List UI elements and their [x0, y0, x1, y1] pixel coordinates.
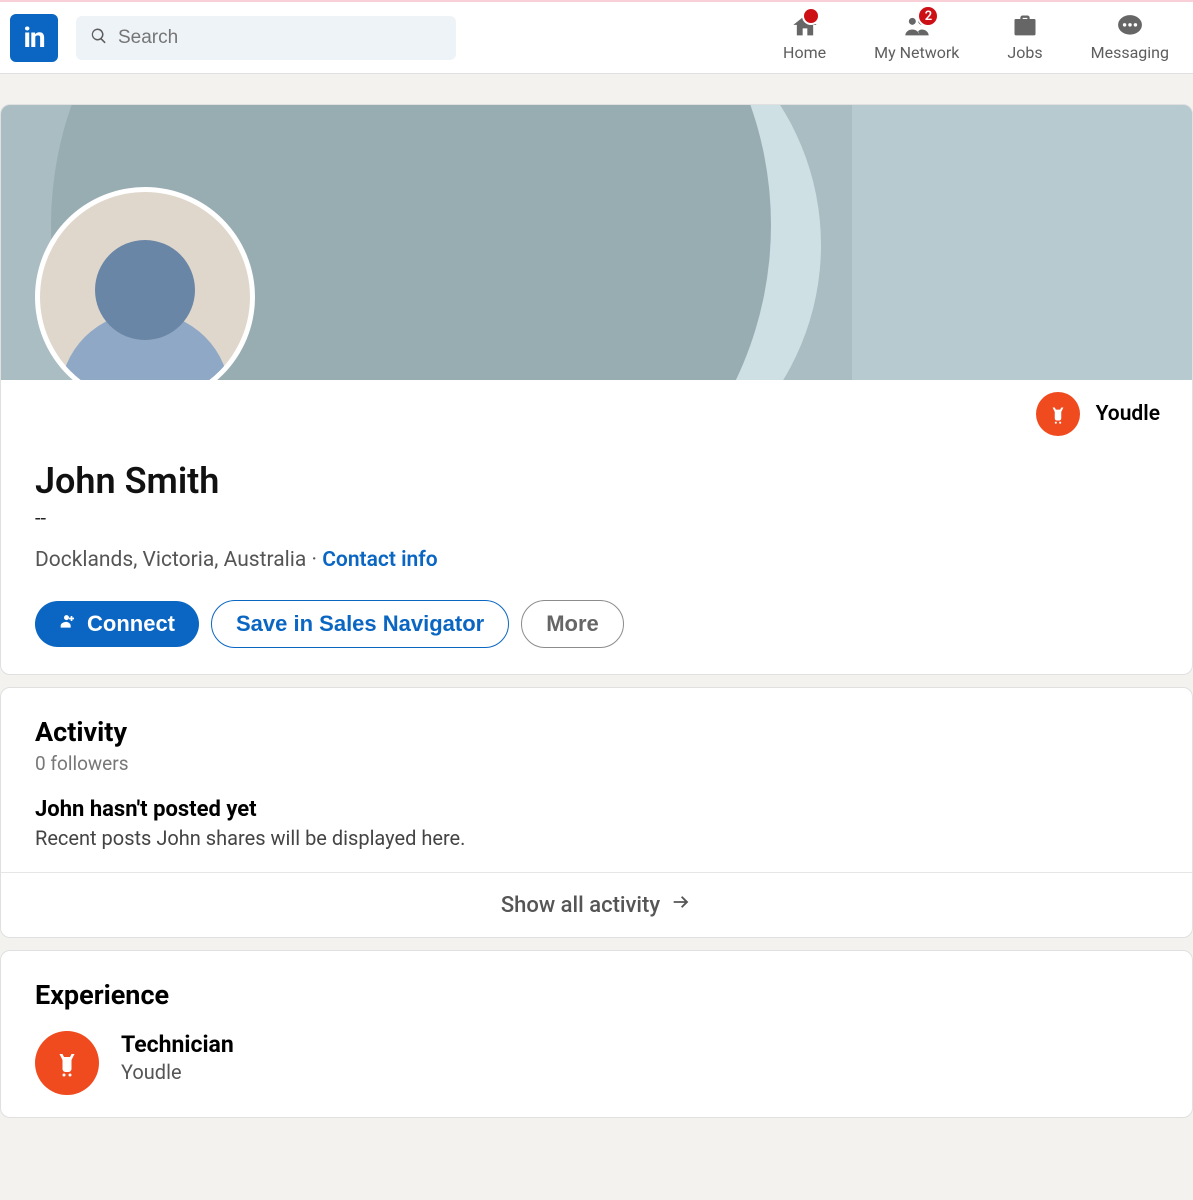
experience-role: Technician: [121, 1031, 234, 1058]
connect-icon: [59, 611, 79, 637]
nav-jobs-label: Jobs: [1007, 43, 1042, 62]
save-sales-nav-button[interactable]: Save in Sales Navigator: [211, 600, 509, 648]
nav-network[interactable]: My Network 2: [874, 13, 959, 62]
search-input[interactable]: [118, 27, 442, 49]
company-name: Youdle: [1096, 402, 1160, 426]
save-label: Save in Sales Navigator: [236, 611, 484, 637]
nav-messaging[interactable]: Messaging: [1091, 13, 1169, 62]
profile-actions: Connect Save in Sales Navigator More: [35, 600, 1158, 648]
connect-button[interactable]: Connect: [35, 601, 199, 647]
nav-network-label: My Network: [874, 43, 959, 62]
activity-card: Activity 0 followers John hasn't posted …: [0, 687, 1193, 938]
search-box[interactable]: [76, 16, 456, 60]
show-all-activity-button[interactable]: Show all activity: [1, 872, 1192, 937]
profile-location: Docklands, Victoria, Australia: [35, 548, 306, 572]
experience-card: Experience Technician Youdle: [0, 950, 1193, 1118]
profile-name: John Smith: [35, 460, 1158, 502]
profile-headline: --: [35, 506, 1158, 530]
search-icon: [90, 27, 118, 49]
activity-empty-body: Recent posts John shares will be display…: [35, 826, 1158, 850]
connect-label: Connect: [87, 611, 175, 637]
experience-item[interactable]: Technician Youdle: [35, 1031, 1158, 1095]
experience-company: Youdle: [121, 1060, 234, 1084]
experience-company-logo-icon: [35, 1031, 99, 1095]
activity-empty-title: John hasn't posted yet: [35, 797, 1158, 822]
network-badge: 2: [917, 5, 939, 27]
arrow-right-icon: [670, 891, 692, 919]
show-all-activity-label: Show all activity: [501, 893, 660, 918]
company-logo-icon: [1036, 392, 1080, 436]
jobs-icon: [1011, 13, 1039, 39]
activity-title: Activity: [35, 716, 1158, 748]
nav-messaging-label: Messaging: [1091, 43, 1169, 62]
linkedin-logo[interactable]: in: [10, 14, 58, 62]
more-label: More: [546, 611, 599, 637]
nav-home-label: Home: [783, 43, 826, 62]
cover-image: [1, 105, 1192, 380]
experience-title: Experience: [35, 979, 1158, 1011]
top-nav: Home My Network 2 Jobs Messaging: [783, 2, 1183, 73]
nav-home[interactable]: Home: [783, 13, 826, 62]
home-badge-dot: [802, 7, 820, 25]
location-line: Docklands, Victoria, Australia · Contact…: [35, 548, 1158, 572]
contact-info-link[interactable]: Contact info: [322, 548, 437, 572]
followers-count: 0 followers: [35, 752, 1158, 775]
messaging-icon: [1115, 13, 1145, 39]
profile-card: Youdle John Smith -- Docklands, Victoria…: [0, 104, 1193, 675]
nav-jobs[interactable]: Jobs: [1007, 13, 1042, 62]
company-link[interactable]: Youdle: [1036, 392, 1160, 436]
top-bar: in Home My Network 2 Jobs: [0, 0, 1193, 74]
more-button[interactable]: More: [521, 600, 624, 648]
